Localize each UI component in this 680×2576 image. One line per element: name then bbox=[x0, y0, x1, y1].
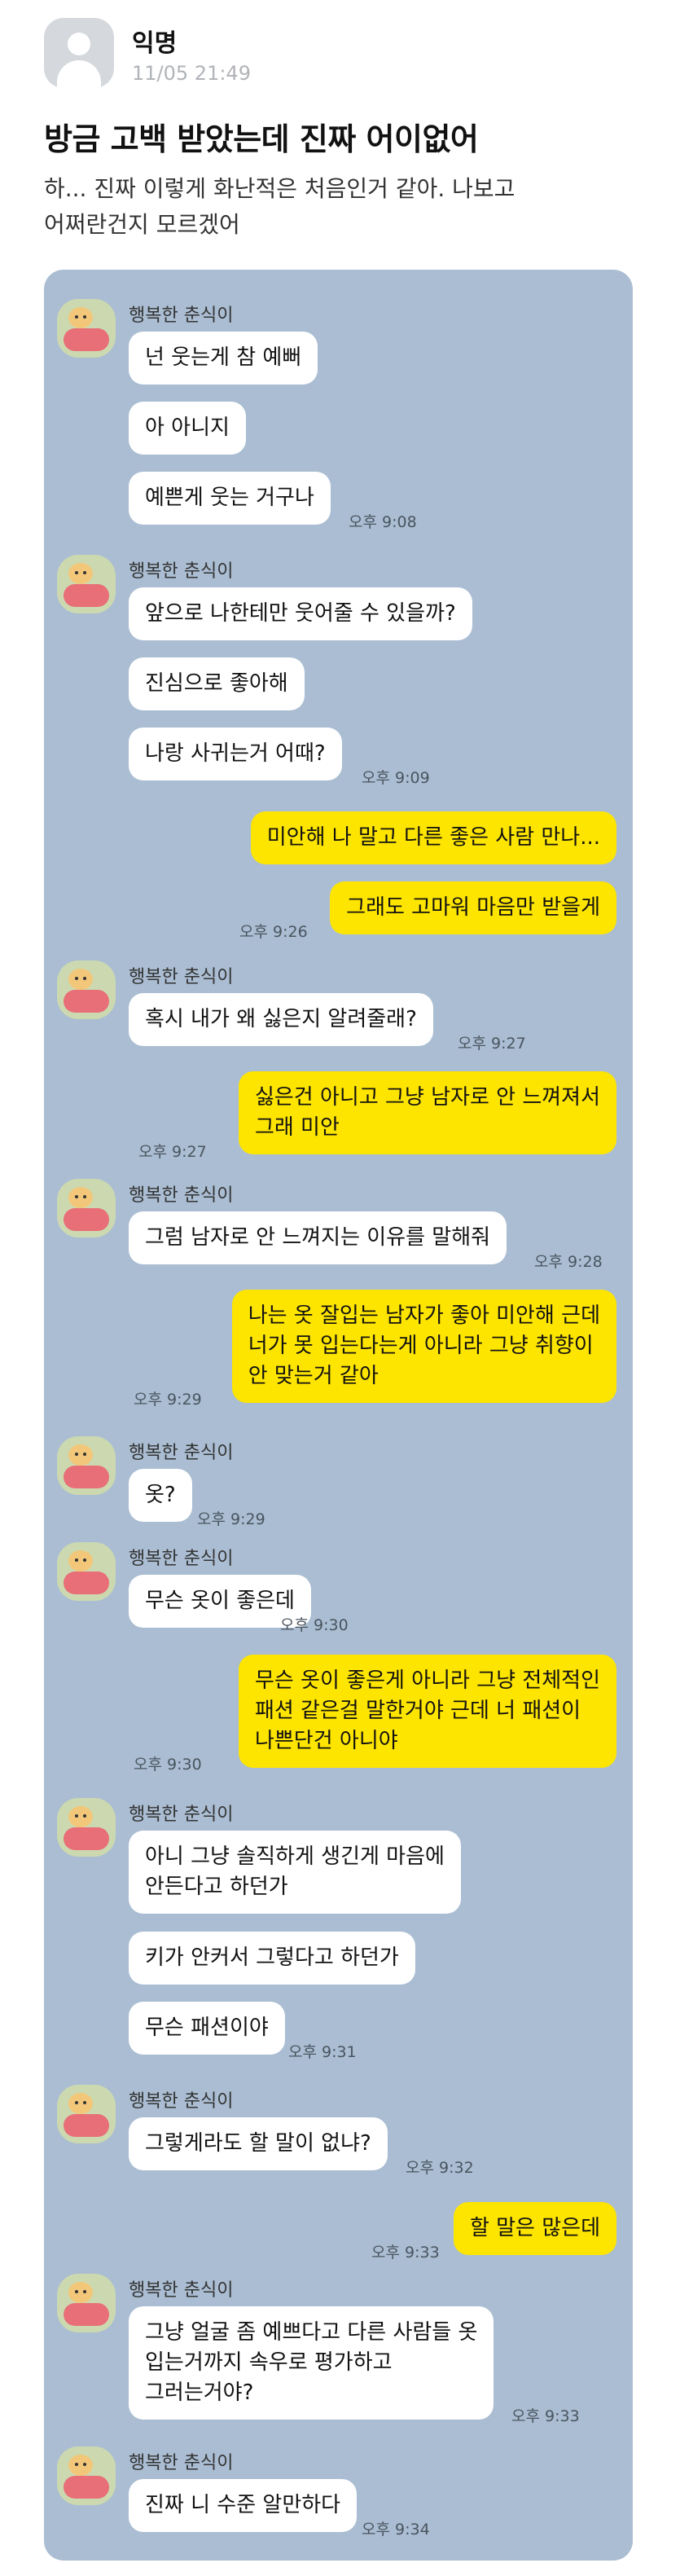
message-time: 오후 9:28 bbox=[534, 1253, 603, 1271]
message-time: 오후 9:27 bbox=[458, 1035, 526, 1053]
sender-avatar bbox=[57, 299, 116, 358]
author-avatar bbox=[44, 18, 114, 88]
post-timestamp: 11/05 21:49 bbox=[132, 62, 251, 85]
message-bubble-incoming: 진짜 니 수준 알만하다 bbox=[129, 2479, 358, 2532]
message-time: 오후 9:33 bbox=[511, 2407, 580, 2425]
message-bubble-incoming: 그렇게라도 할 말이 없냐? bbox=[129, 2117, 388, 2170]
sender-name: 행복한 춘식이 bbox=[129, 561, 234, 582]
message-time: 오후 9:30 bbox=[134, 1756, 202, 1774]
post-body: 하... 진짜 이렇게 화난적은 처음인거 같아. 나보고 어쩌란건지 모르겠어 bbox=[44, 175, 515, 238]
message-bubble-incoming: 진심으로 좋아해 bbox=[129, 657, 305, 710]
message-bubble-outgoing: 나는 옷 잘입는 남자가 좋아 미안해 근데 너가 못 입는다는게 아니라 그냥… bbox=[231, 1290, 616, 1403]
author-name: 익명 bbox=[132, 29, 178, 58]
chat-screenshot: 행복한 춘식이 넌 웃는게 참 예뻐 아 아니지 예쁜게 웃는 거구나 오후 9… bbox=[44, 270, 633, 2561]
sender-avatar bbox=[57, 1179, 116, 1237]
message-time: 오후 9:27 bbox=[138, 1143, 207, 1161]
post-title: 방금 고백 받았는데 진짜 어이없어 bbox=[44, 121, 479, 157]
message-bubble-outgoing: 할 말은 많은데 bbox=[453, 2202, 616, 2255]
message-time: 오후 9:26 bbox=[239, 923, 308, 941]
message-bubble-outgoing: 미안해 나 말고 다른 좋은 사람 만나... bbox=[250, 811, 616, 864]
message-time: 오후 9:33 bbox=[371, 2244, 440, 2262]
message-bubble-outgoing: 싫은건 아니고 그냥 남자로 안 느껴져서 그래 미안 bbox=[238, 1071, 616, 1154]
message-bubble-incoming: 그냥 얼굴 좀 예쁘다고 다른 사람들 옷 입는거까지 속우로 평가하고 그러는… bbox=[129, 2306, 494, 2420]
message-time: 오후 9:32 bbox=[406, 2159, 474, 2177]
message-bubble-incoming: 나랑 사귀는거 어때? bbox=[129, 728, 342, 780]
message-time: 오후 9:29 bbox=[197, 1510, 265, 1528]
message-time: 오후 9:29 bbox=[134, 1391, 202, 1409]
message-time: 오후 9:09 bbox=[362, 769, 430, 787]
message-bubble-incoming: 넌 웃는게 참 예뻐 bbox=[129, 332, 318, 385]
sender-avatar bbox=[57, 555, 116, 613]
sender-name: 행복한 춘식이 bbox=[129, 1185, 234, 1206]
message-bubble-incoming: 아니 그냥 솔직하게 생긴게 마음에 안든다고 하던가 bbox=[129, 1831, 461, 1914]
message-bubble-incoming: 혹시 내가 왜 싫은지 알려줄래? bbox=[129, 993, 433, 1046]
message-time: 오후 9:34 bbox=[362, 2521, 430, 2539]
message-bubble-incoming: 예쁜게 웃는 거구나 bbox=[129, 472, 331, 525]
message-bubble-incoming: 아 아니지 bbox=[129, 402, 246, 455]
message-time: 오후 9:31 bbox=[288, 2043, 357, 2061]
sender-name: 행복한 춘식이 bbox=[129, 1805, 234, 1825]
sender-name: 행복한 춘식이 bbox=[129, 2091, 234, 2112]
sender-avatar bbox=[57, 2085, 116, 2143]
message-time: 오후 9:08 bbox=[349, 513, 417, 531]
sender-avatar bbox=[57, 1542, 116, 1601]
sender-name: 행복한 춘식이 bbox=[129, 1443, 234, 1463]
post-header: 익명 11/05 21:49 bbox=[0, 0, 680, 106]
sender-avatar bbox=[57, 2274, 116, 2332]
sender-avatar bbox=[57, 1798, 116, 1857]
message-bubble-incoming: 키가 안커서 그렇다고 하던가 bbox=[129, 1932, 415, 1985]
sender-name: 행복한 춘식이 bbox=[129, 1549, 234, 1569]
sender-name: 행복한 춘식이 bbox=[129, 967, 234, 987]
sender-avatar bbox=[57, 1436, 116, 1495]
sender-avatar bbox=[57, 961, 116, 1019]
message-bubble-incoming: 그럼 남자로 안 느껴지는 이유를 말해줘 bbox=[129, 1211, 507, 1264]
sender-name: 행복한 춘식이 bbox=[129, 306, 234, 326]
sender-name: 행복한 춘식이 bbox=[129, 2453, 234, 2473]
message-bubble-outgoing: 그래도 고마워 마음만 받을게 bbox=[330, 881, 616, 934]
message-bubble-outgoing: 무슨 옷이 좋은게 아니라 그냥 전체적인 패션 같은걸 말한거야 근데 너 패… bbox=[238, 1655, 616, 1768]
sender-name: 행복한 춘식이 bbox=[129, 2280, 234, 2301]
sender-avatar bbox=[57, 2446, 116, 2505]
message-time: 오후 9:30 bbox=[280, 1616, 349, 1634]
message-bubble-incoming: 옷? bbox=[129, 1469, 192, 1522]
message-bubble-incoming: 앞으로 나한테만 웃어줄 수 있을까? bbox=[129, 587, 472, 640]
message-bubble-incoming: 무슨 패션이야 bbox=[129, 2002, 285, 2055]
